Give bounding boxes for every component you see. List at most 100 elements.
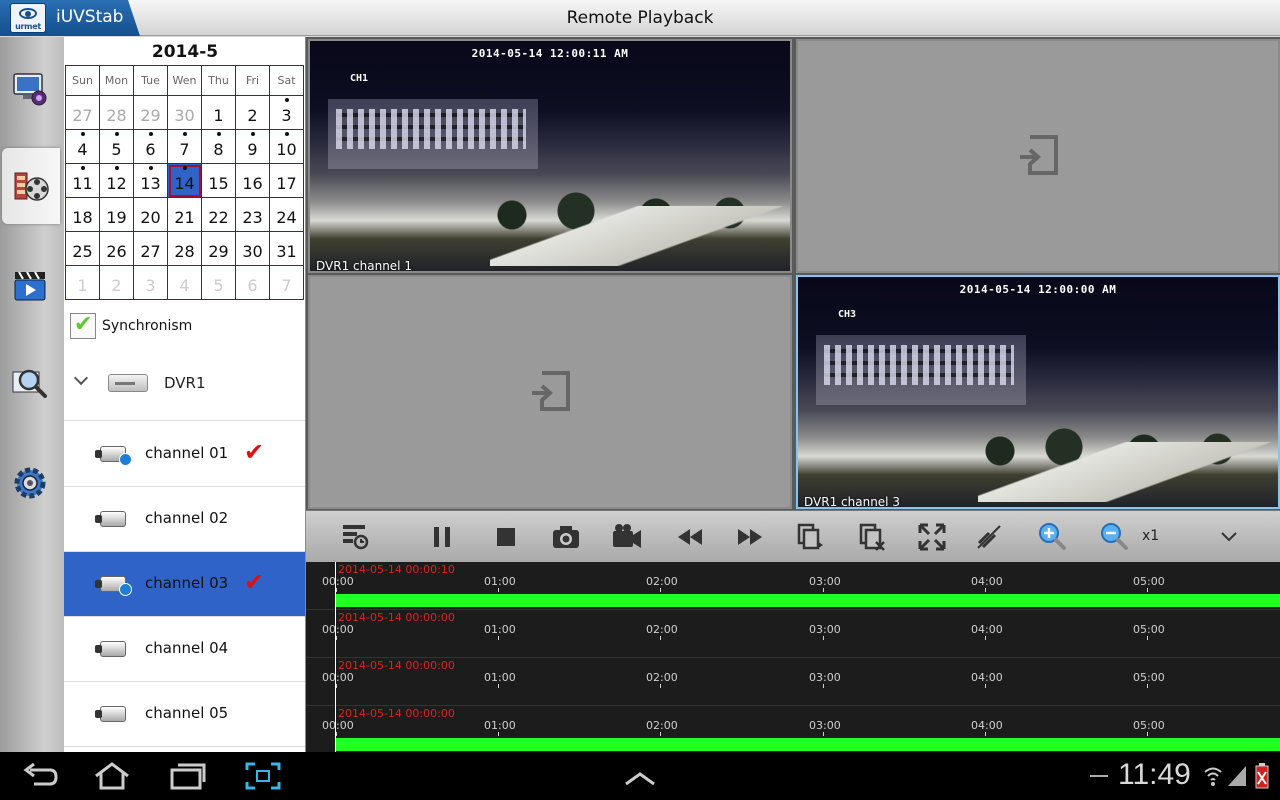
day-number: 13 bbox=[140, 174, 161, 193]
calendar-day[interactable]: 2 bbox=[99, 265, 134, 300]
calendar-day[interactable]: 14 bbox=[167, 163, 202, 198]
calendar-day[interactable]: 17 bbox=[269, 163, 304, 198]
settings-button[interactable] bbox=[2, 445, 58, 521]
channel-item[interactable]: channel 02 bbox=[64, 487, 305, 552]
calendar-day[interactable]: 26 bbox=[99, 231, 134, 266]
calendar-day[interactable]: 28 bbox=[99, 95, 134, 130]
fast-forward-button[interactable] bbox=[733, 521, 767, 553]
calendar-day[interactable]: 30 bbox=[167, 95, 202, 130]
record-button[interactable] bbox=[610, 521, 644, 553]
channel-item[interactable]: channel 03 ✔ bbox=[64, 552, 305, 617]
calendar-day[interactable]: 8 bbox=[201, 129, 236, 164]
calendar-day[interactable]: 13 bbox=[133, 163, 168, 198]
local-playback-button[interactable] bbox=[2, 247, 58, 323]
search-button[interactable] bbox=[2, 345, 58, 421]
calendar-day[interactable]: 27 bbox=[133, 231, 168, 266]
channel-item[interactable]: channel 05 bbox=[64, 682, 305, 747]
calendar-day[interactable]: 12 bbox=[99, 163, 134, 198]
zoom-in-button[interactable] bbox=[1035, 521, 1069, 553]
calendar-day[interactable]: 16 bbox=[235, 163, 270, 198]
recording-dot-icon bbox=[183, 132, 187, 136]
calendar-day[interactable]: 2 bbox=[235, 95, 270, 130]
checkmark-icon: ✔ bbox=[244, 568, 265, 596]
speed-dropdown-button[interactable] bbox=[1212, 521, 1246, 553]
scene-building bbox=[816, 335, 1026, 405]
live-view-button[interactable] bbox=[2, 51, 58, 127]
track-timestamp: 2014-05-14 00:00:00 bbox=[338, 611, 455, 624]
synchronism-checkbox[interactable] bbox=[70, 312, 96, 339]
video-tile[interactable] bbox=[796, 39, 1280, 273]
calendar-day[interactable]: 7 bbox=[167, 129, 202, 164]
timeline-cursor[interactable] bbox=[335, 562, 336, 752]
back-icon[interactable] bbox=[20, 760, 60, 792]
copy-icon bbox=[797, 523, 823, 550]
close-all-button[interactable] bbox=[854, 521, 888, 553]
calendar-day[interactable]: 9 bbox=[235, 129, 270, 164]
fullscreen-button[interactable] bbox=[915, 521, 949, 553]
video-tile[interactable]: 2014-05-14 12:00:00 AM CH3 DVR1 channel … bbox=[796, 275, 1280, 509]
playback-button[interactable] bbox=[2, 148, 60, 224]
screenshot-icon[interactable] bbox=[243, 760, 283, 792]
home-icon[interactable] bbox=[92, 760, 132, 792]
timeline-track[interactable]: 2014-05-14 00:00:00 00:00 01:00 02:00 03:… bbox=[306, 658, 1280, 706]
video-tile[interactable]: 2014-05-14 12:00:11 AM CH1 DVR1 channel … bbox=[308, 39, 792, 273]
calendar-day[interactable]: 6 bbox=[235, 265, 270, 300]
timeline-track[interactable]: 2014-05-14 00:00:00 00:00 01:00 02:00 03:… bbox=[306, 610, 1280, 658]
calendar-day[interactable]: 5 bbox=[99, 129, 134, 164]
calendar-day[interactable]: 28 bbox=[167, 231, 202, 266]
calendar-day[interactable]: 20 bbox=[133, 197, 168, 232]
recent-apps-icon[interactable] bbox=[168, 760, 208, 792]
calendar-day[interactable]: 4 bbox=[65, 129, 100, 164]
stop-button[interactable] bbox=[489, 521, 523, 553]
calendar-day[interactable]: 3 bbox=[133, 265, 168, 300]
snapshot-button[interactable] bbox=[549, 521, 583, 553]
pause-button[interactable] bbox=[425, 521, 459, 553]
hour-tick bbox=[660, 636, 661, 640]
calendar-day[interactable]: 23 bbox=[235, 197, 270, 232]
calendar-day[interactable]: 27 bbox=[65, 95, 100, 130]
calendar-day[interactable]: 31 bbox=[269, 231, 304, 266]
copy-button[interactable] bbox=[792, 521, 826, 553]
calendar-day[interactable]: 6 bbox=[133, 129, 168, 164]
timeline-track[interactable]: 2014-05-14 00:00:10 00:00 01:00 02:00 03:… bbox=[306, 562, 1280, 610]
calendar-day[interactable]: 15 bbox=[201, 163, 236, 198]
timeline-track[interactable]: 2014-05-14 00:00:00 00:00 01:00 02:00 03:… bbox=[306, 706, 1280, 754]
channel-item[interactable]: channel 04 bbox=[64, 617, 305, 682]
zoom-out-button[interactable] bbox=[1097, 521, 1131, 553]
hour-label: 04:00 bbox=[971, 719, 1003, 732]
mute-button[interactable] bbox=[972, 521, 1006, 553]
calendar-day[interactable]: 1 bbox=[201, 95, 236, 130]
calendar-day[interactable]: 18 bbox=[65, 197, 100, 232]
calendar-day[interactable]: 29 bbox=[201, 231, 236, 266]
calendar-day[interactable]: 1 bbox=[65, 265, 100, 300]
record-list-button[interactable] bbox=[338, 521, 372, 553]
speed-label: x1 bbox=[1142, 528, 1160, 544]
title-bar: urmet iUVStab Remote Playback bbox=[0, 0, 1280, 36]
scene-road bbox=[490, 206, 790, 266]
calendar-day[interactable]: 22 bbox=[201, 197, 236, 232]
record-list-icon bbox=[343, 525, 369, 550]
calendar-day[interactable]: 5 bbox=[201, 265, 236, 300]
calendar-day[interactable]: 21 bbox=[167, 197, 202, 232]
timeline[interactable]: 2014-05-14 00:00:10 00:00 01:00 02:00 03:… bbox=[306, 562, 1280, 754]
calendar-day[interactable]: 7 bbox=[269, 265, 304, 300]
calendar-day[interactable]: 29 bbox=[133, 95, 168, 130]
calendar-day[interactable]: 19 bbox=[99, 197, 134, 232]
synchronism-toggle[interactable]: Synchronism bbox=[70, 312, 192, 339]
rewind-button[interactable] bbox=[673, 521, 707, 553]
calendar-day[interactable]: 11 bbox=[65, 163, 100, 198]
chevron-up-icon[interactable] bbox=[620, 760, 660, 792]
calendar-day[interactable]: 10 bbox=[269, 129, 304, 164]
calendar-day[interactable]: 4 bbox=[167, 265, 202, 300]
calendar-day[interactable]: 3 bbox=[269, 95, 304, 130]
channel-item[interactable]: channel 01 ✔ bbox=[64, 422, 305, 487]
calendar-day[interactable]: 30 bbox=[235, 231, 270, 266]
calendar-day[interactable]: 24 bbox=[269, 197, 304, 232]
calendar-day[interactable]: 25 bbox=[65, 231, 100, 266]
chevron-down-icon[interactable] bbox=[74, 373, 88, 387]
hour-tick bbox=[498, 732, 499, 736]
device-row-dvr1[interactable]: DVR1 bbox=[64, 359, 305, 421]
hour-tick bbox=[498, 684, 499, 688]
day-number: 3 bbox=[145, 276, 156, 295]
video-tile[interactable] bbox=[308, 275, 792, 509]
